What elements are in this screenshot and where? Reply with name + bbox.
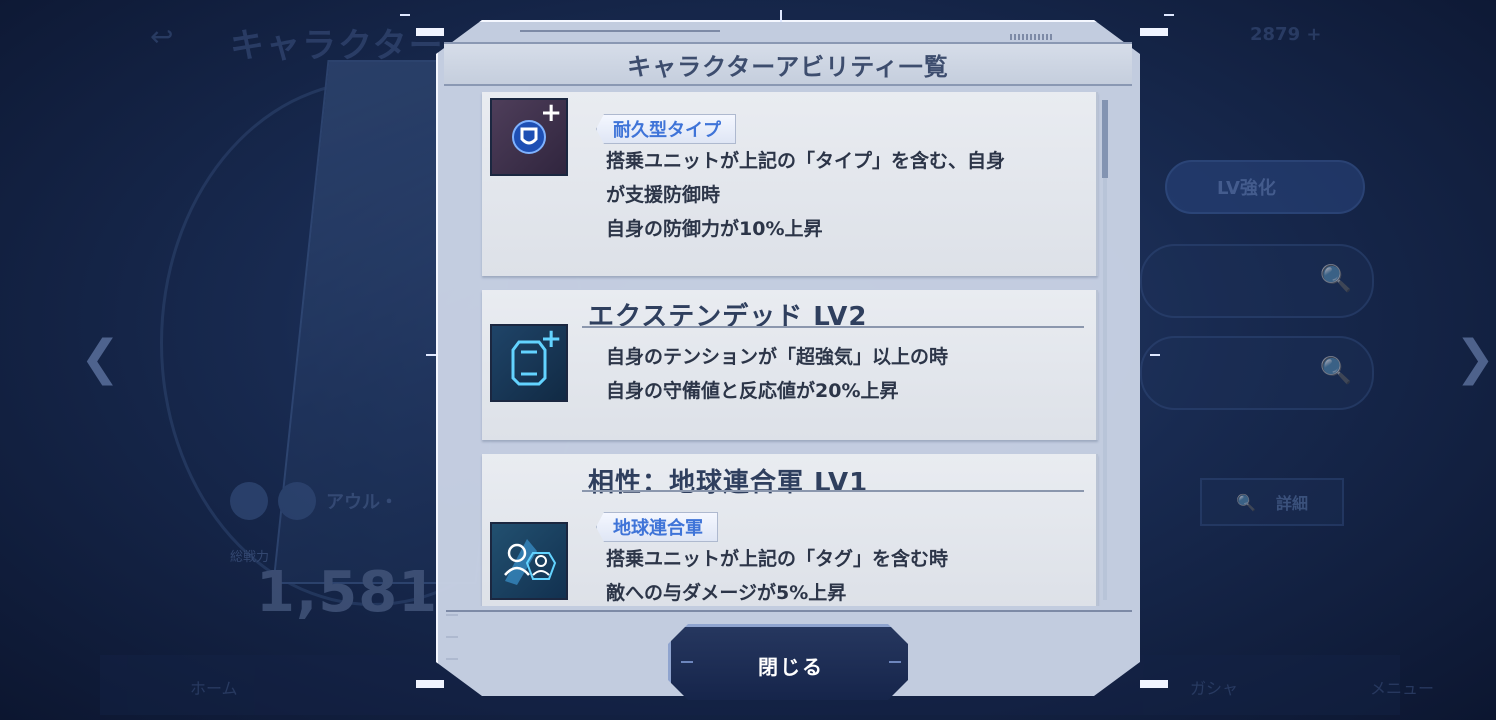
ability-list[interactable]: + 耐久型タイプ 搭乗ユニットが上記の「タイプ」を含む、自身 が支援防御時 自身… <box>470 92 1102 606</box>
ability-card-durable-type: + 耐久型タイプ 搭乗ユニットが上記の「タイプ」を含む、自身 が支援防御時 自身… <box>482 92 1098 276</box>
frame-tick-decoration <box>400 14 410 16</box>
ability-title: 相性：地球連合軍 LV1 <box>588 468 869 498</box>
ability-card-extended: エクステンデッド LV2 + 自身のテンションが「超強気」以上の時 自身の守備値… <box>482 290 1098 440</box>
shield-plus-icon: + <box>490 98 568 176</box>
frame-tick-decoration <box>426 354 436 356</box>
close-button[interactable]: 閉じる <box>668 624 908 700</box>
search-slot-1: 🔍 <box>1140 244 1374 318</box>
armor-plus-icon: + <box>490 324 568 402</box>
header-decoration <box>520 30 720 32</box>
button-decoration <box>889 661 901 663</box>
ability-description: 搭乗ユニットが上記の「タグ」を含む時 敵への与ダメージが5%上昇 <box>606 548 949 604</box>
scrollbar-thumb[interactable] <box>1102 100 1108 178</box>
lv-upgrade-button: LV強化 <box>1165 160 1365 214</box>
ability-description: 搭乗ユニットが上記の「タイプ」を含む、自身 が支援防御時 自身の防御力が10%上… <box>606 150 1006 240</box>
frame-corner-decoration <box>416 680 444 688</box>
search-icon: 🔍 <box>1319 356 1352 386</box>
title-underline <box>582 490 1084 492</box>
tag-label: 地球連合軍 <box>596 512 718 542</box>
chevron-left-icon: ❮ <box>80 330 121 386</box>
frame-corner-decoration <box>1140 680 1168 688</box>
type-tag: 耐久型タイプ <box>596 114 736 144</box>
title-underline <box>582 326 1084 328</box>
back-arrow-icon: ↩ <box>150 20 174 53</box>
currency-display: 2879 + <box>1250 24 1322 45</box>
frame-tick-decoration <box>1164 14 1174 16</box>
list-divider <box>446 610 1132 612</box>
button-decoration <box>681 661 693 663</box>
pilot-affinity-icon <box>490 522 568 600</box>
character-name: アウル・ <box>326 492 398 513</box>
ability-card-affinity: 相性：地球連合軍 LV1 地球連合軍 搭乗ユニットが上記の「タグ」を含む時 敵へ… <box>482 454 1098 606</box>
character-name-row: アウル・ <box>230 482 398 520</box>
side-decoration <box>446 614 458 674</box>
character-emblem-icon <box>230 482 268 520</box>
nav-gacha: ガシャ <box>1190 679 1239 698</box>
header-decoration <box>1010 34 1054 40</box>
search-icon: 🔍 <box>1319 264 1352 294</box>
ability-description: 自身のテンションが「超強気」以上の時 自身の守備値と反応値が20%上昇 <box>606 346 949 402</box>
power-value: 1,581 <box>256 560 439 625</box>
close-button-label: 閉じる <box>758 654 824 679</box>
modal-header: キャラクターアビリティ一覧 <box>444 42 1132 86</box>
nav-home: ホーム <box>190 679 238 698</box>
modal-title: キャラクターアビリティ一覧 <box>627 52 949 81</box>
detail-button: 🔍 詳細 <box>1200 478 1344 526</box>
chevron-right-icon: ❯ <box>1455 330 1496 386</box>
search-icon: 🔍 <box>1236 492 1256 512</box>
frame-tick-decoration <box>780 10 782 22</box>
shield-type-icon <box>278 482 316 520</box>
frame-corner-decoration <box>1140 28 1168 36</box>
nav-menu: メニュー <box>1370 679 1435 698</box>
frame-tick-decoration <box>1150 354 1160 356</box>
search-slot-2: 🔍 <box>1140 336 1374 410</box>
frame-corner-decoration <box>416 28 444 36</box>
